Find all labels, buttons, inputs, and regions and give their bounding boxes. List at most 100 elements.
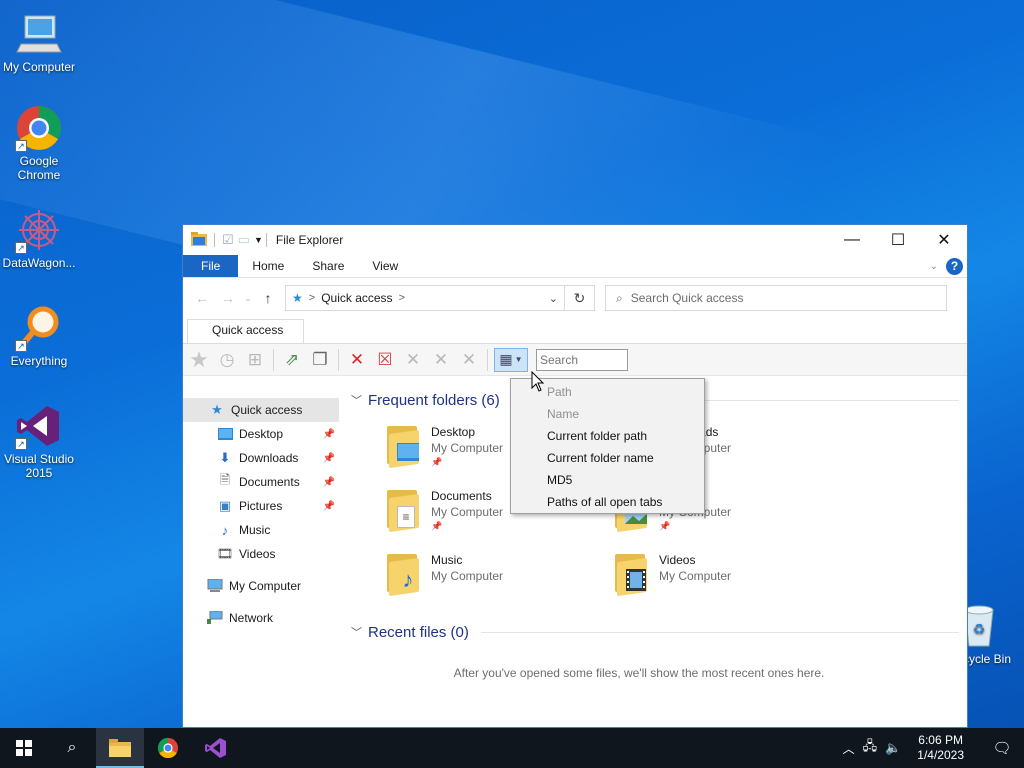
recent-files-header[interactable]: ﹀ Recent files (0) <box>351 618 967 646</box>
nav-item-videos[interactable]: 🎞 Videos <box>183 542 341 566</box>
window-controls: — ☐ ✕ <box>829 225 967 255</box>
address-bar[interactable]: ★ > Quick access > ⌄ ↻ <box>285 285 595 311</box>
nav-item-documents[interactable]: 🗎 Documents 📌 <box>183 470 341 494</box>
picture-icon: ▣ <box>218 498 232 513</box>
folder-icon[interactable] <box>191 231 207 249</box>
forward-button[interactable]: → <box>215 290 241 306</box>
clock[interactable]: 6:06 PM 1/4/2023 <box>909 733 972 763</box>
pin-icon[interactable]: 📌 <box>323 429 335 440</box>
download-icon: ⬇ <box>219 450 231 465</box>
nav-item-my-computer[interactable]: My Computer <box>183 574 341 598</box>
svg-text:♻: ♻ <box>973 621 986 637</box>
volume-icon[interactable]: 🔈 <box>885 740 901 756</box>
folder-tile-music[interactable]: ♪ Music My Computer <box>385 550 613 600</box>
close-right-tabs-icon[interactable]: ✕ <box>429 348 453 372</box>
separator <box>338 348 339 371</box>
group-title: Recent files (0) <box>368 623 469 641</box>
close-left-tabs-icon[interactable]: ✕ <box>401 348 425 372</box>
pin-icon[interactable]: 📌 <box>323 501 335 512</box>
tab-file[interactable]: File <box>183 255 239 277</box>
desktop-icon-visual-studio[interactable]: ↗ Visual Studio 2015 <box>0 402 78 480</box>
folder-location: My Computer <box>431 441 504 455</box>
recent-files-empty-message: After you've opened some files, we'll sh… <box>453 666 825 680</box>
nav-item-pictures[interactable]: ▣ Pictures 📌 <box>183 494 341 518</box>
back-button[interactable]: ← <box>189 290 215 306</box>
expand-ribbon-icon[interactable]: ⌄ <box>930 261 938 272</box>
copy-info-dropdown-button[interactable]: ▦ ▼ <box>494 347 528 372</box>
computer-icon <box>15 10 63 58</box>
copy-info-menu: Path Name Current folder path Current fo… <box>510 378 705 514</box>
folder-tile-videos[interactable]: Videos My Computer <box>613 550 841 600</box>
nav-item-music[interactable]: ♪ Music <box>183 518 341 542</box>
minimize-button[interactable]: — <box>829 225 875 255</box>
menu-item-name: Name <box>547 407 580 421</box>
computer-icon <box>207 578 223 594</box>
toolbar-search-input[interactable] <box>536 348 628 371</box>
close-tab-icon[interactable]: ✕ <box>345 348 369 372</box>
customize-toolbar-icon[interactable]: ▼ <box>254 235 263 245</box>
address-dropdown-icon[interactable]: ⌄ <box>549 292 558 305</box>
pin-icon[interactable]: 📌 <box>323 477 335 488</box>
open-new-window-icon[interactable]: ⇗ <box>280 348 304 372</box>
tab-view[interactable]: View <box>358 255 412 277</box>
mouse-cursor-icon <box>531 371 545 392</box>
search-button[interactable]: ⌕ <box>48 728 96 768</box>
shortcut-arrow-icon: ↗ <box>15 438 27 450</box>
desktop-icon-my-computer[interactable]: My Computer <box>0 10 78 74</box>
help-button[interactable]: ? <box>946 257 963 275</box>
nav-item-quick-access[interactable]: ★ Quick access <box>183 398 339 422</box>
taskbar-file-explorer[interactable] <box>96 728 144 768</box>
nav-item-network[interactable]: Network <box>183 606 341 630</box>
action-center-button[interactable]: 🗨 <box>980 728 1024 768</box>
search-box[interactable]: ⌕ Search Quick access <box>605 285 947 311</box>
refresh-button[interactable]: ↻ <box>564 286 594 310</box>
nav-item-label: Quick access <box>231 403 303 417</box>
show-hidden-icons-icon[interactable]: ︿ <box>843 740 855 757</box>
folder-name: Videos <box>659 553 696 567</box>
nav-item-desktop[interactable]: Desktop 📌 <box>183 422 341 446</box>
pin-icon[interactable]: 📌 <box>323 453 335 464</box>
nav-item-label: Pictures <box>239 499 283 513</box>
chrome-icon: ↗ <box>15 104 63 152</box>
windows-icon[interactable]: ⊞ <box>243 348 267 372</box>
favorites-icon[interactable]: ★ <box>187 347 211 372</box>
network-status-icon[interactable]: 🖧 <box>863 737 878 759</box>
menu-item-md5[interactable]: MD5 <box>511 469 704 491</box>
taskbar-google-chrome[interactable] <box>144 728 192 768</box>
pin-icon: 📌 <box>431 457 443 467</box>
desktop-icon-google-chrome[interactable]: ↗ Google Chrome <box>0 104 78 182</box>
visual-studio-icon: ↗ <box>15 402 63 450</box>
maximize-button[interactable]: ☐ <box>875 225 921 255</box>
nav-item-label: Documents <box>239 475 300 489</box>
desktop-icon-everything[interactable]: ↗ Everything <box>0 304 78 368</box>
taskbar: ⌕ ︿ 🖧 🔈 6:06 PM 1/4/2023 🗨 <box>0 728 1024 768</box>
close-other-tabs-icon[interactable]: ☒ <box>373 348 397 372</box>
up-button[interactable]: ↑ <box>255 290 281 306</box>
recent-locations-icon[interactable]: ⌄ <box>241 293 255 304</box>
start-button[interactable] <box>0 728 48 768</box>
breadcrumb-separator: > <box>398 292 405 304</box>
cascade-windows-icon[interactable]: ❐ <box>308 348 332 372</box>
close-all-tabs-icon[interactable]: ✕ <box>457 348 481 372</box>
desktop-icon-datawagon[interactable]: ↗ DataWagon... <box>0 206 78 270</box>
new-folder-icon[interactable]: ▭ <box>238 232 250 248</box>
desktop-icon <box>217 426 233 442</box>
shortcut-arrow-icon: ↗ <box>15 242 27 254</box>
tab-home[interactable]: Home <box>238 255 298 277</box>
tab-quick-access[interactable]: Quick access <box>187 319 305 343</box>
menu-item-current-folder-path[interactable]: Current folder path <box>511 425 704 447</box>
breadcrumb-quick-access[interactable]: Quick access <box>321 291 392 305</box>
menu-item-paths-of-all-open-tabs[interactable]: Paths of all open tabs <box>511 491 704 513</box>
properties-icon[interactable]: ☑ <box>222 232 234 248</box>
window-title: File Explorer <box>275 233 344 247</box>
navigation-pane: ★ Quick access Desktop 📌 ⬇ Downloads 📌 🗎… <box>183 380 341 727</box>
close-button[interactable]: ✕ <box>921 225 967 255</box>
menu-item-current-folder-name[interactable]: Current folder name <box>511 447 704 469</box>
nav-item-downloads[interactable]: ⬇ Downloads 📌 <box>183 446 341 470</box>
tab-share[interactable]: Share <box>298 255 358 277</box>
history-icon[interactable]: ◷ <box>215 348 239 372</box>
datawagon-icon: ↗ <box>15 206 63 254</box>
pin-icon: 📌 <box>431 521 443 531</box>
taskbar-visual-studio[interactable] <box>192 728 240 768</box>
search-icon: ⌕ <box>616 290 623 305</box>
